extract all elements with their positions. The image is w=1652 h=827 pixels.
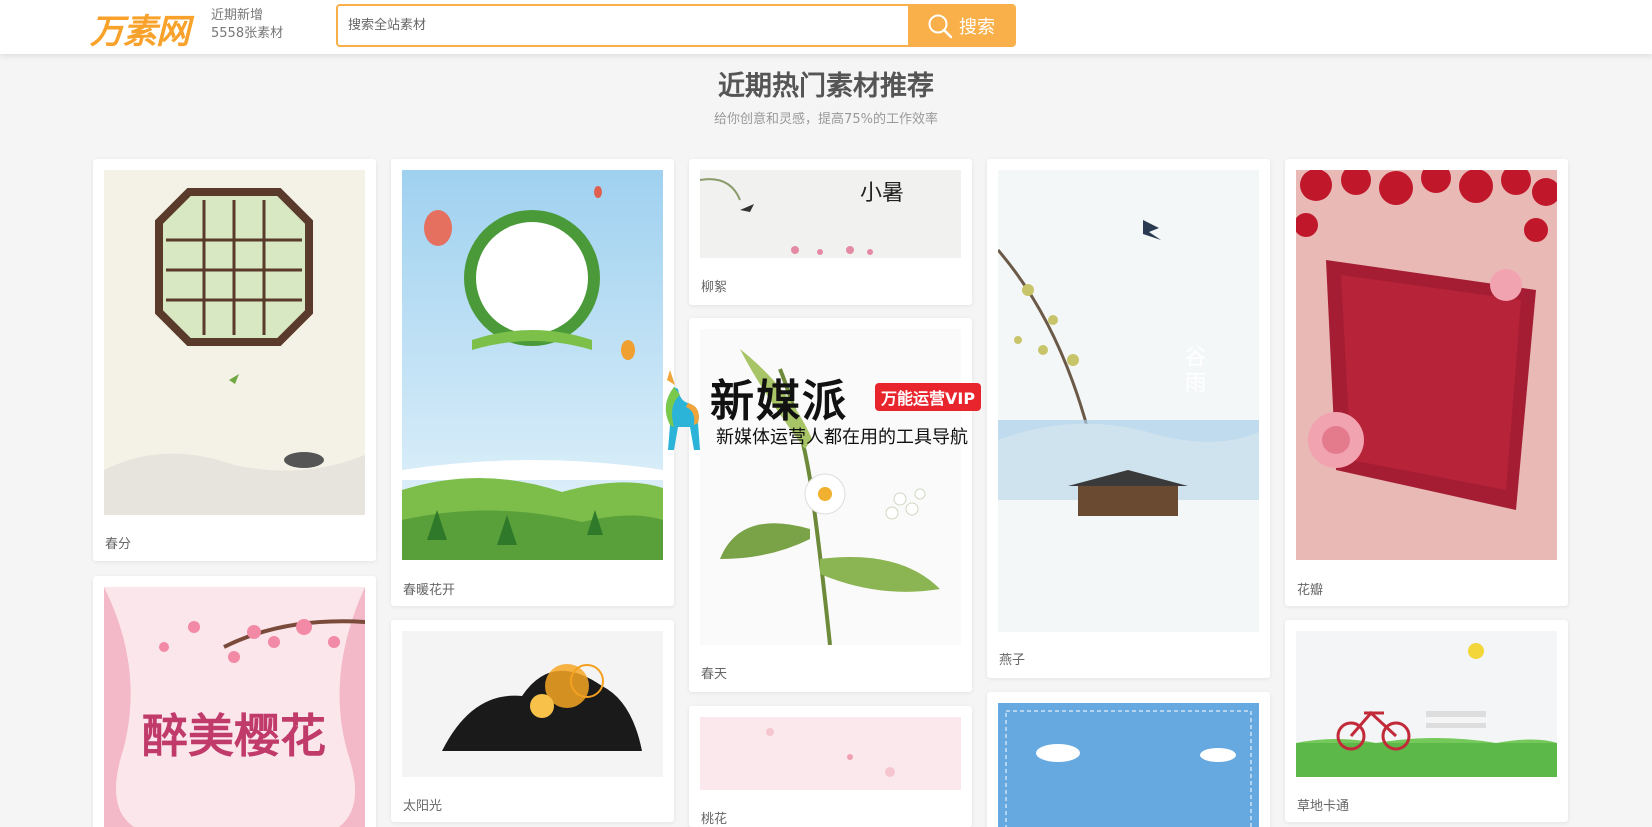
watermark-subtitle: 新媒体运营人都在用的工具导航: [716, 427, 968, 448]
asset-title[interactable]: 柳絮: [701, 276, 727, 295]
asset-card-peach-blossom[interactable]: 桃花: [689, 706, 972, 827]
section-title: 近期热门素材推荐: [718, 71, 934, 102]
top-header: 万素网 近期新增 5558张素材 搜索: [0, 0, 1652, 54]
asset-title[interactable]: 春天: [701, 663, 727, 682]
asset-card-swallow[interactable]: 谷雨 燕子: [987, 159, 1270, 678]
asset-title[interactable]: 燕子: [999, 649, 1025, 668]
asset-title[interactable]: 春分: [105, 533, 131, 552]
asset-thumbnail: [700, 717, 961, 790]
asset-thumbnail: [104, 170, 365, 515]
summer-heat-text: 小暑: [860, 181, 904, 206]
asset-thumbnail: [998, 703, 1259, 827]
sakura-title-text: 醉美樱花: [142, 709, 326, 763]
search-input[interactable]: [338, 6, 910, 45]
asset-card-grass-cartoon[interactable]: 草地卡通: [1285, 620, 1568, 822]
site-logo[interactable]: 万素网: [90, 4, 190, 53]
search-button[interactable]: 搜索: [908, 6, 1014, 45]
section-subtitle: 给你创意和灵感，提高75%的工作效率: [714, 112, 938, 127]
search-bar: 搜索: [336, 4, 1016, 47]
asset-thumbnail: 谷雨: [998, 170, 1259, 632]
watermark-overlay: 新媒派 万能运营VIP 新媒体运营人都在用的工具导航: [650, 365, 1010, 455]
asset-title[interactable]: 桃花: [701, 808, 727, 827]
asset-thumbnail: [1296, 170, 1557, 560]
asset-title[interactable]: 花瓣: [1297, 579, 1323, 598]
search-button-label: 搜索: [959, 16, 995, 38]
new-assets-note: 近期新增 5558张素材: [211, 7, 283, 43]
asset-card-chunfen[interactable]: 春分: [93, 159, 376, 561]
new-assets-count: 5558张素材: [211, 26, 284, 41]
new-assets-label: 近期新增: [211, 8, 264, 23]
asset-thumbnail: 醉美樱花: [104, 587, 365, 827]
asset-card-petals[interactable]: 花瓣: [1285, 159, 1568, 606]
asset-title[interactable]: 春暖花开: [403, 579, 455, 598]
asset-title[interactable]: 草地卡通: [1297, 795, 1349, 814]
search-icon: [928, 14, 953, 38]
asset-thumbnail: 小暑: [700, 170, 961, 258]
asset-thumbnail: [402, 631, 663, 777]
asset-title[interactable]: 太阳光: [403, 795, 442, 814]
asset-thumbnail: [1296, 631, 1557, 777]
watermark-title: 新媒派: [710, 376, 848, 427]
deer-logo-icon: [665, 370, 700, 450]
asset-card-sunlight[interactable]: 太阳光: [391, 620, 674, 822]
asset-card-spring-blossom[interactable]: 春暖花开: [391, 159, 674, 606]
grain-rain-text: 谷雨: [1181, 345, 1207, 397]
asset-card-sky[interactable]: [987, 692, 1270, 827]
watermark-badge: 万能运营VIP: [875, 383, 982, 411]
asset-thumbnail: [402, 170, 663, 560]
asset-card-sakura[interactable]: 醉美樱花: [93, 576, 376, 827]
asset-card-catkin[interactable]: 小暑 柳絮: [689, 159, 972, 305]
